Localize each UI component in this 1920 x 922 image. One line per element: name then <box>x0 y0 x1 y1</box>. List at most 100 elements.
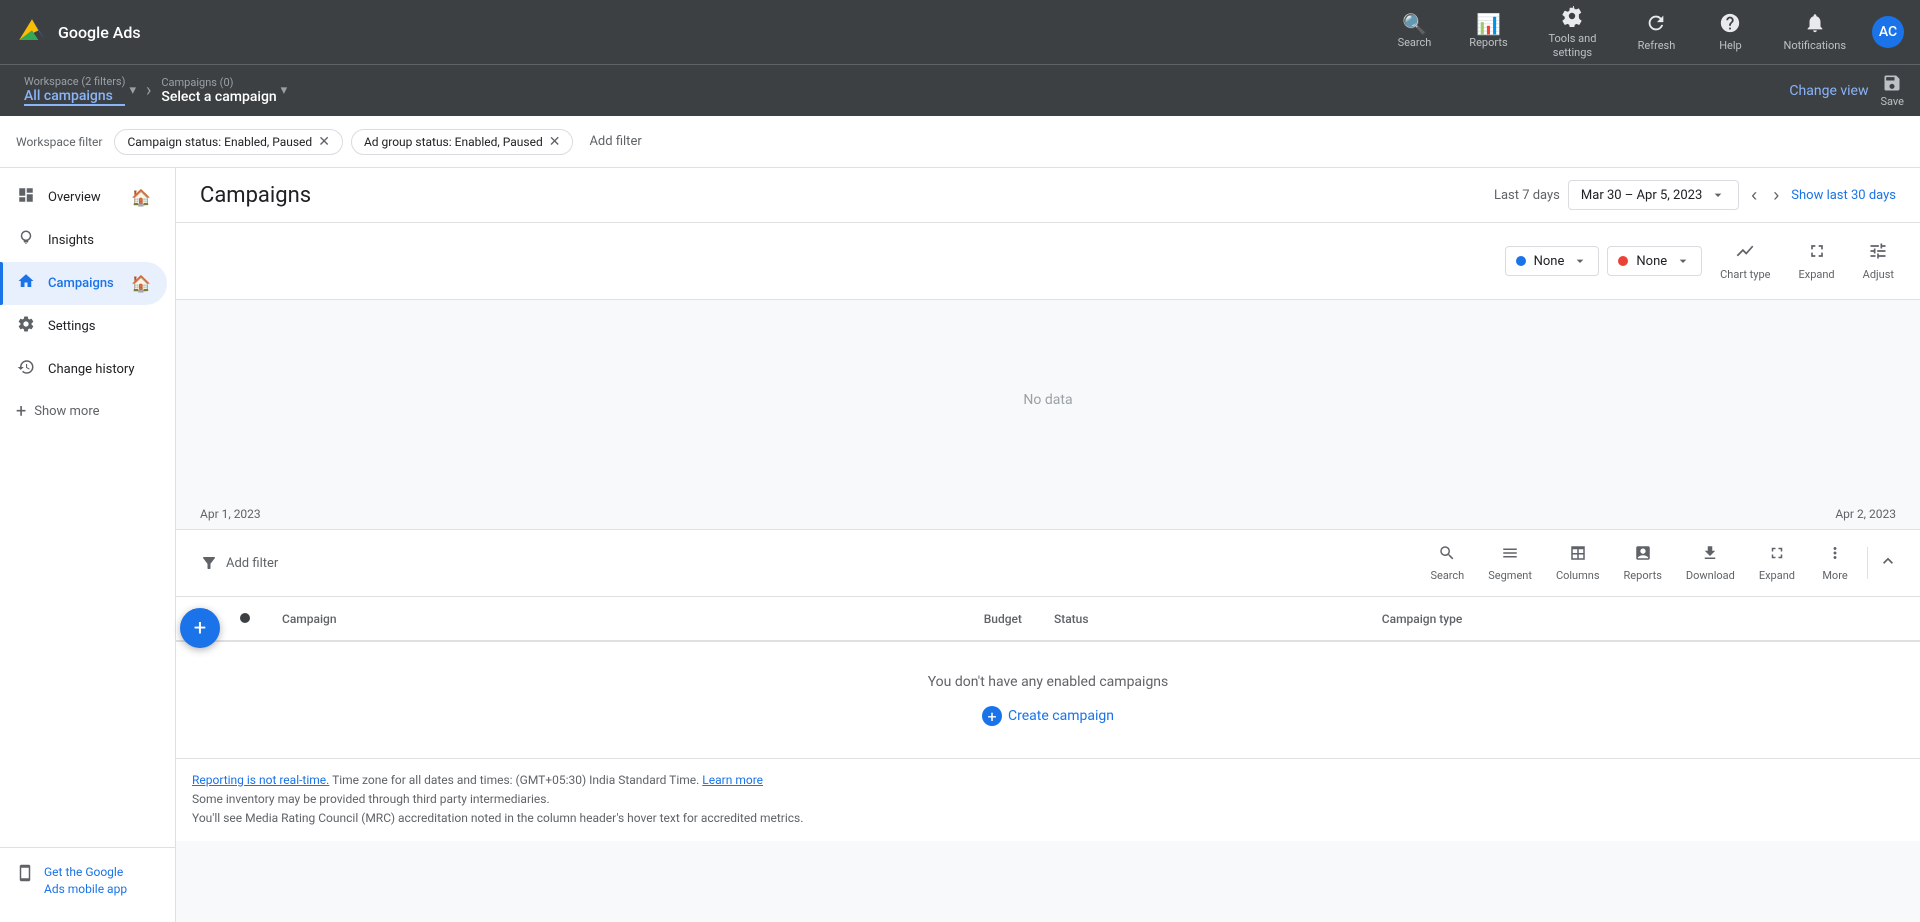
mobile-app-text[interactable]: Get the Google Ads mobile app <box>44 864 127 898</box>
user-avatar[interactable]: AC <box>1872 16 1904 48</box>
table-header-budget[interactable]: Budget <box>692 597 1038 641</box>
help-nav-label: Help <box>1719 39 1742 52</box>
refresh-nav-label: Refresh <box>1638 39 1676 52</box>
notifications-nav-label: Notifications <box>1783 39 1846 52</box>
help-nav-button[interactable]: Help <box>1695 4 1765 60</box>
campaigns-dropdown-icon[interactable]: ▾ <box>281 83 288 98</box>
toolbar-segment-label: Segment <box>1488 569 1532 582</box>
show-more-button[interactable]: + Show more <box>0 391 175 432</box>
table-toolbar: Add filter Search Segment <box>176 530 1920 597</box>
insights-icon <box>16 229 36 252</box>
create-campaign-button[interactable]: + Create campaign <box>982 706 1114 726</box>
toolbar-download-label: Download <box>1686 569 1735 582</box>
table-header-status[interactable]: Status <box>1038 597 1366 641</box>
mobile-app-icon <box>16 864 34 887</box>
collapse-table-button[interactable] <box>1872 545 1904 582</box>
change-view-button[interactable]: Change view <box>1789 83 1868 99</box>
create-campaign-label: Create campaign <box>1008 708 1114 724</box>
table-header-campaign[interactable]: Campaign <box>266 597 692 641</box>
expand-chart-button[interactable]: Expand <box>1788 235 1844 287</box>
add-filter-button[interactable]: Add filter <box>581 130 649 153</box>
change-history-icon <box>16 358 36 381</box>
logo-area: Google Ads <box>16 16 141 48</box>
chart-date-end: Apr 2, 2023 <box>1835 507 1896 521</box>
date-picker[interactable]: Mar 30 – Apr 5, 2023 <box>1568 180 1739 210</box>
footer-line1: Reporting is not real-time. Time zone fo… <box>192 771 1904 790</box>
table-header-row: Campaign Budget Status Campaign type <box>176 597 1920 641</box>
toolbar-segment-button[interactable]: Segment <box>1476 538 1544 588</box>
workspace-dropdown-icon[interactable]: ▾ <box>129 83 136 98</box>
toolbar-columns-icon <box>1569 544 1587 567</box>
campaign-status-filter-chip[interactable]: Campaign status: Enabled, Paused ✕ <box>114 129 342 155</box>
metric2-dropdown[interactable]: None <box>1607 246 1702 276</box>
help-nav-icon <box>1719 12 1741 37</box>
date-prev-button[interactable]: ‹ <box>1747 181 1761 210</box>
settings-label: Settings <box>48 319 95 334</box>
adgroup-status-filter-chip[interactable]: Ad group status: Enabled, Paused ✕ <box>351 129 574 155</box>
add-filter-text: Add filter <box>226 556 278 571</box>
tools-nav-icon <box>1561 5 1583 30</box>
sidebar-item-overview[interactable]: Overview 🏠 <box>0 176 167 219</box>
fab-add-button[interactable]: + <box>180 608 220 648</box>
table-header-campaign-type[interactable]: Campaign type <box>1366 597 1920 641</box>
breadcrumb-campaigns[interactable]: Campaigns (0) Select a campaign ▾ <box>153 70 295 111</box>
adjust-chart-button[interactable]: Adjust <box>1853 235 1904 287</box>
collapse-icon <box>1878 551 1898 571</box>
empty-state: You don't have any enabled campaigns + C… <box>176 642 1920 758</box>
toolbar-columns-button[interactable]: Columns <box>1544 538 1612 588</box>
adgroup-status-chip-close[interactable]: ✕ <box>549 134 561 150</box>
date-next-button[interactable]: › <box>1769 181 1783 210</box>
table-filter-icon <box>200 554 218 572</box>
chart-body: No data <box>176 299 1920 499</box>
mobile-app-promo: Get the Google Ads mobile app <box>0 847 175 914</box>
metric2-color-indicator <box>1618 256 1628 266</box>
no-data-text: No data <box>1023 392 1072 408</box>
toolbar-download-button[interactable]: Download <box>1674 538 1747 588</box>
adjust-chart-icon <box>1868 241 1888 266</box>
date-range-text: Mar 30 – Apr 5, 2023 <box>1581 188 1702 203</box>
insights-label: Insights <box>48 233 94 248</box>
realtime-link[interactable]: Reporting is not real-time. <box>192 773 329 787</box>
footer: Reporting is not real-time. Time zone fo… <box>176 758 1920 841</box>
refresh-nav-button[interactable]: Refresh <box>1621 4 1691 60</box>
chart-date-start: Apr 1, 2023 <box>200 507 261 521</box>
toolbar-expand-label: Expand <box>1759 569 1795 582</box>
reports-nav-button[interactable]: 📊 Reports <box>1453 6 1523 57</box>
toolbar-search-button[interactable]: Search <box>1418 538 1476 588</box>
show-30-days-button[interactable]: Show last 30 days <box>1791 188 1896 203</box>
toolbar-expand-button[interactable]: Expand <box>1747 538 1807 588</box>
toolbar-reports-button[interactable]: Reports <box>1612 538 1674 588</box>
toolbar-more-icon <box>1826 544 1844 567</box>
google-ads-logo <box>16 16 48 48</box>
chart-type-button[interactable]: Chart type <box>1710 235 1780 287</box>
sidebar-item-change-history[interactable]: Change history <box>0 348 167 391</box>
sidebar: Overview 🏠 Insights Campaigns 🏠 Settings <box>0 168 176 922</box>
metric1-dropdown[interactable]: None <box>1505 246 1600 276</box>
table-wrapper: Campaign Budget Status Campaign type <box>176 597 1920 758</box>
nav-actions: 🔍 Search 📊 Reports Tools andsettings Ref… <box>1379 0 1904 67</box>
breadcrumb-workspace[interactable]: Workspace (2 filters) All campaigns ▾ <box>16 69 144 112</box>
sidebar-item-settings[interactable]: Settings <box>0 305 167 348</box>
timezone-text: Time zone for all dates and times: (GMT+… <box>332 773 702 787</box>
table-filter-area[interactable]: Add filter <box>192 548 286 578</box>
toolbar-divider <box>1867 547 1868 579</box>
empty-state-text: You don't have any enabled campaigns <box>208 674 1888 690</box>
campaigns-main-label: Select a campaign <box>161 89 276 105</box>
toolbar-more-button[interactable]: More <box>1807 538 1863 588</box>
tools-nav-button[interactable]: Tools andsettings <box>1527 0 1617 67</box>
sidebar-item-insights[interactable]: Insights <box>0 219 167 262</box>
save-button[interactable]: Save <box>1880 73 1904 108</box>
search-nav-button[interactable]: 🔍 Search <box>1379 6 1449 57</box>
chart-controls: None None Chart type <box>176 223 1920 299</box>
overview-home-icon: 🏠 <box>131 188 151 207</box>
campaign-status-chip-close[interactable]: ✕ <box>318 134 330 150</box>
search-nav-label: Search <box>1398 36 1432 49</box>
workspace-sub-label: Workspace (2 filters) <box>24 75 125 88</box>
campaigns-table: Campaign Budget Status Campaign type <box>176 597 1920 758</box>
campaigns-title: Campaigns <box>200 183 311 208</box>
notifications-nav-button[interactable]: Notifications <box>1769 4 1860 60</box>
learn-more-link[interactable]: Learn more <box>702 773 763 787</box>
overview-icon <box>16 186 36 209</box>
main-layout: Overview 🏠 Insights Campaigns 🏠 Settings <box>0 168 1920 922</box>
sidebar-item-campaigns[interactable]: Campaigns 🏠 <box>0 262 167 305</box>
